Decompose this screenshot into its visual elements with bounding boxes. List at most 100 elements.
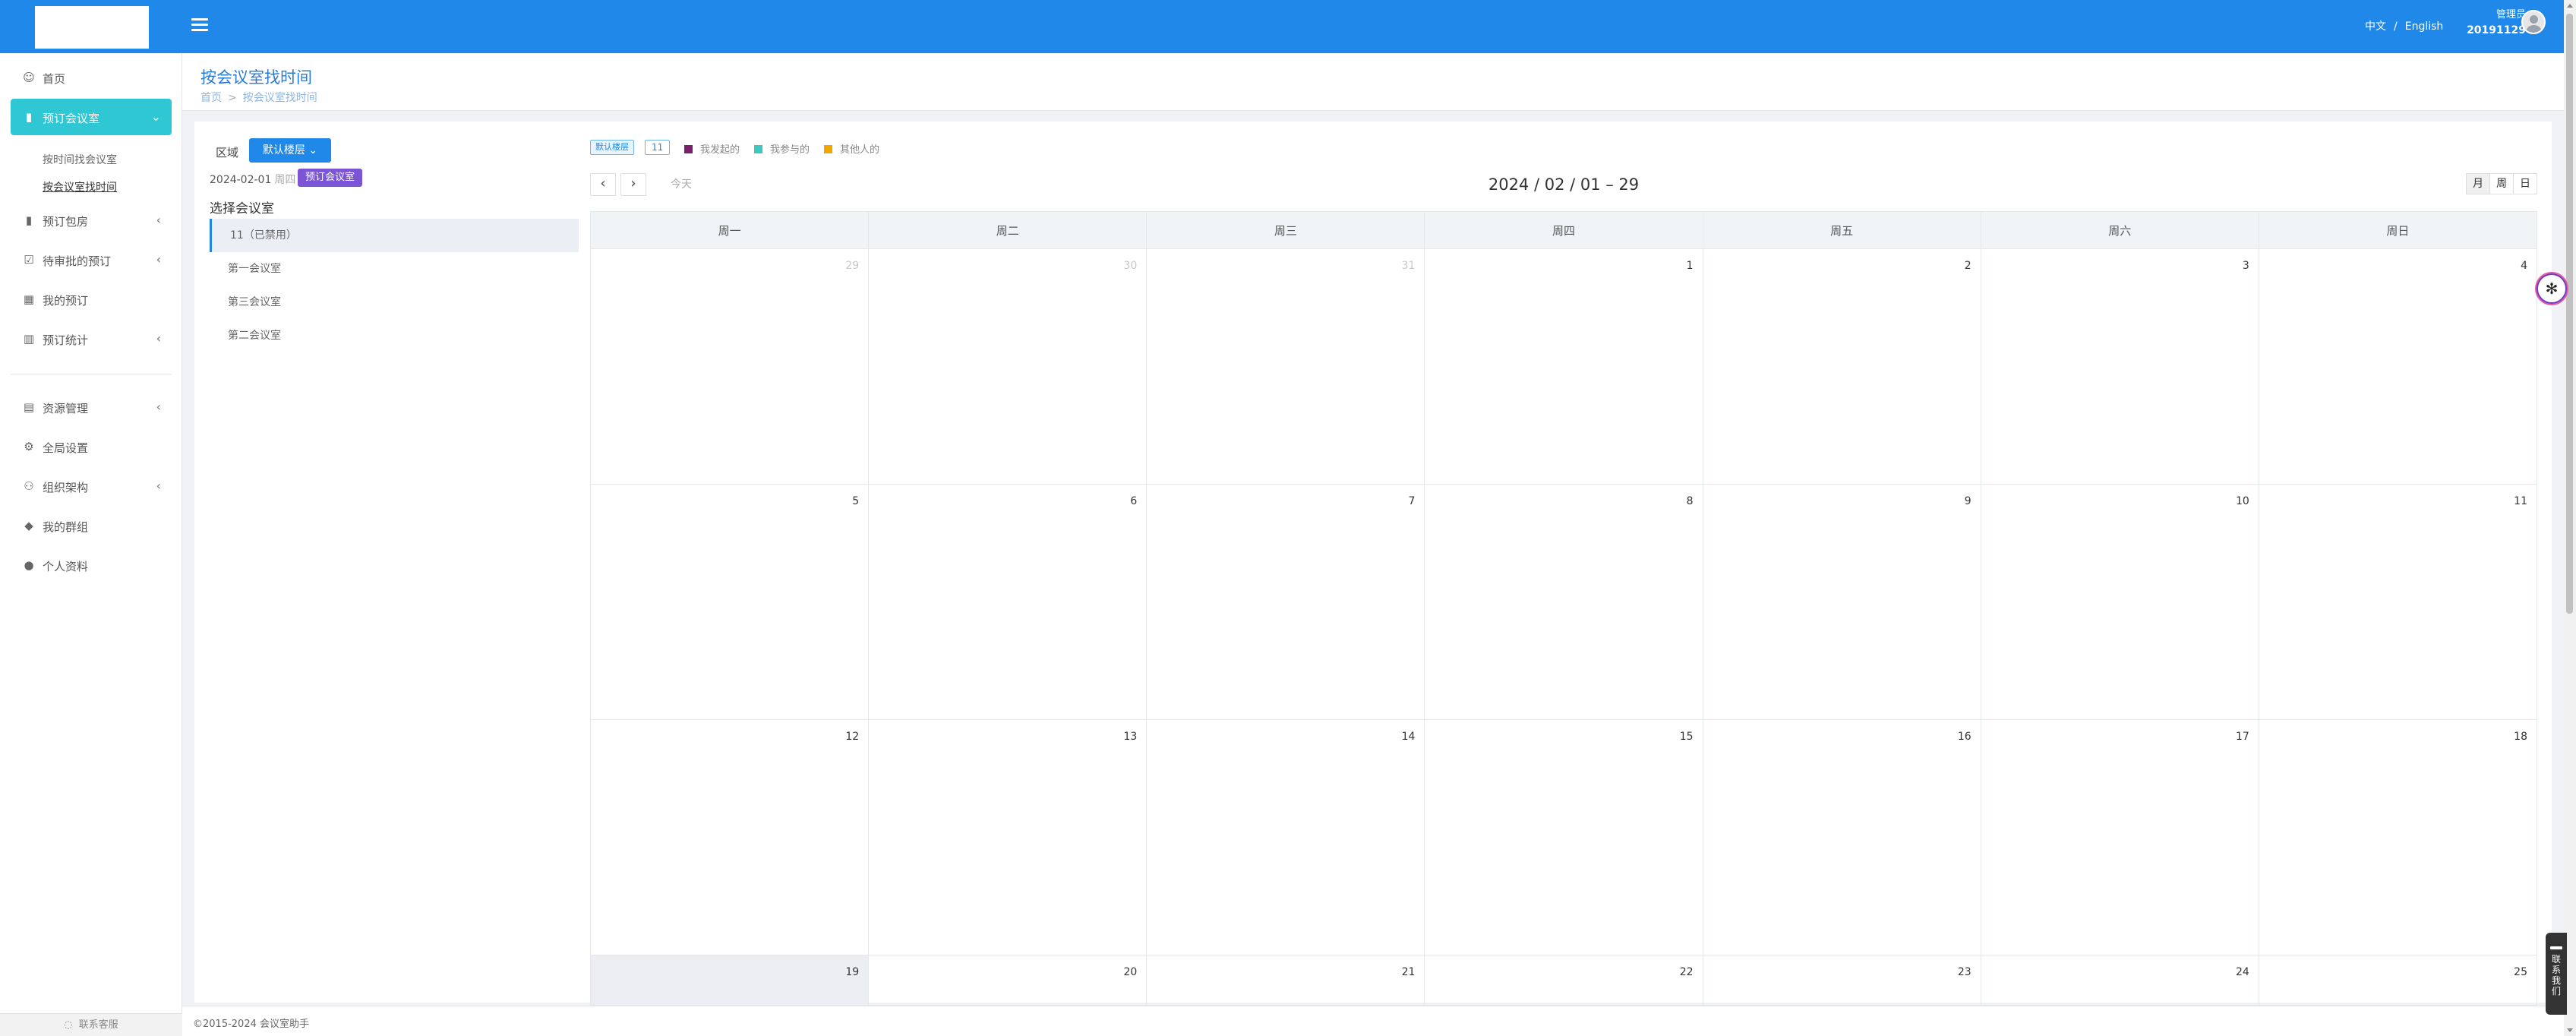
scroll-thumb[interactable] xyxy=(2566,14,2573,614)
day-number: 19 xyxy=(845,966,860,978)
room-item[interactable]: 第一会议室 xyxy=(210,252,579,286)
day-number: 23 xyxy=(1957,966,1971,978)
day-number: 6 xyxy=(1130,495,1138,507)
contact-side-tab[interactable]: 联系我们 xyxy=(2546,933,2567,1015)
page-title: 按会议室找时间 xyxy=(200,68,312,87)
sidebar-item-my-bookings[interactable]: ▦ 我的预订 xyxy=(11,283,172,316)
day-cell[interactable]: 18 xyxy=(2259,720,2537,955)
breadcrumb-home[interactable]: 首页 xyxy=(200,92,222,104)
chevron-down-icon: ⌄ xyxy=(150,109,161,124)
assistant-float-button[interactable]: ✻ xyxy=(2537,273,2567,304)
scroll-up-icon[interactable] xyxy=(2567,4,2573,8)
day-cell[interactable]: 10 xyxy=(1981,485,2259,720)
day-number: 12 xyxy=(845,731,860,743)
day-cell[interactable]: 7 xyxy=(1147,485,1425,720)
legend-label: 其他人的 xyxy=(840,144,880,156)
sidebar-sub-item-find-room-by-time[interactable]: 按时间找会议室 xyxy=(43,152,117,167)
sidebar-item-booking-stats[interactable]: ▥ 预订统计 ‹ xyxy=(11,322,172,355)
day-cell[interactable]: 1 xyxy=(1425,249,1703,485)
user-id: 20191129 xyxy=(2467,24,2526,36)
day-cell[interactable]: 25 xyxy=(2259,955,2537,1006)
weekday-label: 周三 xyxy=(1147,212,1425,248)
week-row: 5 6 7 8 9 10 11 xyxy=(590,485,2537,720)
day-number: 21 xyxy=(1401,966,1416,978)
contact-support-button[interactable]: ◌ 联系客服 xyxy=(0,1013,182,1036)
sidebar-item-label: 我的群组 xyxy=(43,520,89,534)
legend-swatch xyxy=(754,145,762,153)
day-cell[interactable]: 2 xyxy=(1703,249,1981,485)
weekday-label: 周一 xyxy=(591,212,870,248)
day-cell[interactable]: 20 xyxy=(869,955,1148,1006)
sidebar-item-profile[interactable]: ● 个人资料 xyxy=(11,548,172,582)
sidebar-item-pending-approval[interactable]: ☑ 待审批的预订 ‹ xyxy=(11,243,172,276)
weekday-label: 周四 xyxy=(1425,212,1703,248)
area-tag: 默认楼层 xyxy=(590,140,634,155)
sidebar-item-global-settings[interactable]: ⚙ 全局设置 xyxy=(11,430,172,463)
day-cell[interactable]: 4 xyxy=(2259,249,2537,485)
day-cell[interactable]: 17 xyxy=(1981,720,2259,955)
area-dropdown[interactable]: 默认楼层 ⌄ xyxy=(249,138,331,163)
day-cell[interactable]: 3 xyxy=(1981,249,2259,485)
sidebar-item-book-private-room[interactable]: ▮ 预订包房 ‹ xyxy=(11,204,172,237)
selected-date: 2024-02-01 周四 xyxy=(210,172,295,187)
legend-swatch xyxy=(684,145,693,153)
scroll-down-icon[interactable] xyxy=(2567,1028,2573,1032)
day-cell[interactable]: 21 xyxy=(1147,955,1425,1006)
avatar[interactable] xyxy=(2521,10,2546,34)
day-cell[interactable]: 14 xyxy=(1147,720,1425,955)
user-info[interactable]: 管理员 20191129 xyxy=(2458,8,2526,38)
legend-label: 我参与的 xyxy=(770,144,810,156)
legend-participating: 我参与的 xyxy=(754,141,810,156)
day-cell[interactable]: 31 xyxy=(1147,249,1425,485)
page-scrollbar[interactable] xyxy=(2564,0,2576,1036)
sidebar-item-my-groups[interactable]: ◆ 我的群组 xyxy=(11,509,172,542)
weekday-label: 周二 xyxy=(869,212,1148,248)
day-cell[interactable]: 22 xyxy=(1425,955,1703,1006)
day-number: 9 xyxy=(1964,495,1971,507)
day-cell[interactable]: 12 xyxy=(591,720,870,955)
sidebar-item-book-meeting-room[interactable]: ▮ 预订会议室 ⌄ xyxy=(11,99,172,135)
chevron-left-icon: ‹ xyxy=(156,252,161,267)
day-cell[interactable]: 9 xyxy=(1703,485,1981,720)
lang-en-link[interactable]: English xyxy=(2405,21,2444,33)
sidebar-item-resource-management[interactable]: ▤ 资源管理 ‹ xyxy=(11,390,172,424)
lang-zh-link[interactable]: 中文 xyxy=(2365,21,2386,33)
room-item[interactable]: 第三会议室 xyxy=(210,286,579,319)
view-week-button[interactable]: 周 xyxy=(2489,173,2514,194)
day-cell[interactable]: 30 xyxy=(869,249,1148,485)
weekday-label: 周五 xyxy=(1703,212,1981,248)
day-cell[interactable]: 23 xyxy=(1703,955,1981,1006)
view-month-button[interactable]: 月 xyxy=(2466,173,2490,194)
page-footer: ©2015-2024 会议室助手 xyxy=(182,1006,2564,1036)
day-number: 16 xyxy=(1957,731,1971,743)
sidebar-item-label: 预订会议室 xyxy=(43,112,100,125)
day-cell[interactable]: 16 xyxy=(1703,720,1981,955)
day-cell[interactable]: 15 xyxy=(1425,720,1703,955)
legend-others: 其他人的 xyxy=(824,141,879,156)
day-cell[interactable]: 8 xyxy=(1425,485,1703,720)
day-cell[interactable]: 29 xyxy=(591,249,870,485)
logo[interactable] xyxy=(35,6,149,49)
day-number: 24 xyxy=(2236,966,2249,978)
sidebar-sub-item-find-time-by-room[interactable]: 按会议室找时间 xyxy=(43,179,117,194)
day-cell[interactable]: 24 xyxy=(1981,955,2259,1006)
day-cell[interactable]: 19 xyxy=(591,955,870,1006)
legend-mine: 我发起的 xyxy=(684,141,740,156)
day-cell[interactable]: 5 xyxy=(591,485,870,720)
day-cell[interactable]: 13 xyxy=(869,720,1148,955)
sidebar-item-org-structure[interactable]: ⚇ 组织架构 ‹ xyxy=(11,469,172,503)
menu-toggle-icon[interactable] xyxy=(191,18,208,33)
next-month-button[interactable]: › xyxy=(620,173,646,196)
sidebar-item-label: 预订统计 xyxy=(43,333,89,347)
room-item[interactable]: 11（已禁用） xyxy=(210,219,579,252)
room-item[interactable]: 第二会议室 xyxy=(210,319,579,352)
today-button[interactable]: 今天 xyxy=(665,173,698,196)
day-cell[interactable]: 11 xyxy=(2259,485,2537,720)
book-room-button[interactable]: 预订会议室 xyxy=(298,169,363,187)
day-cell[interactable]: 6 xyxy=(869,485,1148,720)
legend-label: 我发起的 xyxy=(700,144,740,156)
view-day-button[interactable]: 日 xyxy=(2513,173,2537,194)
sidebar-item-home[interactable]: ☺ 首页 xyxy=(11,61,172,94)
chevron-left-icon: ‹ xyxy=(156,400,161,414)
prev-month-button[interactable]: ‹ xyxy=(590,173,616,196)
